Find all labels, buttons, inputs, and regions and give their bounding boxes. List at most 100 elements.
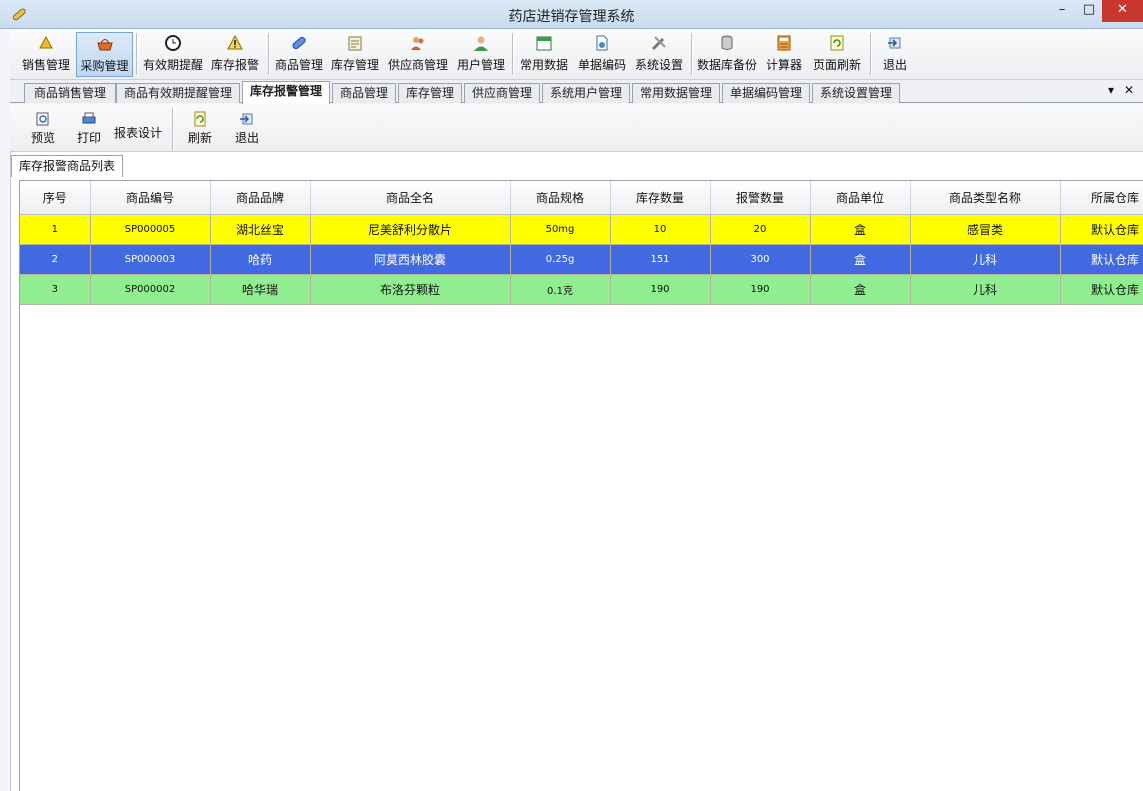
table-cell: 0.1克 [510, 274, 611, 305]
toolbar-exit-button[interactable]: 退出 [876, 32, 914, 77]
table-row[interactable]: 1 SP000005 湖北丝宝 尼美舒利分散片 50mg 10 20 盒 感冒类… [20, 214, 1143, 245]
table-cell: 151 [610, 244, 711, 275]
users-icon [411, 37, 424, 50]
toolbar-purchase-button[interactable]: 采购管理 [76, 32, 133, 77]
maximize-button[interactable]: □ [1076, 0, 1102, 22]
tab-list-dropdown[interactable]: ▾ [1108, 83, 1114, 97]
calendar-icon [536, 36, 552, 51]
column-header[interactable]: 报警数量 [710, 181, 811, 215]
table-cell: 190 [710, 274, 811, 305]
table-cell: 盒 [810, 244, 911, 275]
warning-icon [227, 34, 243, 50]
column-header[interactable]: 商品编号 [90, 181, 211, 215]
document-icon [596, 35, 608, 51]
toolbar-settings-button[interactable]: 系统设置 [632, 32, 686, 77]
toolbar-db-backup-button[interactable]: 数据库备份 [695, 32, 759, 77]
stock-alarm-table: 序号 商品编号 商品品牌 商品全名 商品规格 库存数量 报警数量 商品单位 商品… [20, 181, 1143, 305]
print-button[interactable]: 打印 [70, 108, 108, 148]
refresh-icon [830, 35, 844, 51]
table-cell: 儿科 [910, 244, 1061, 275]
toolbar-separator [268, 33, 269, 75]
toolbar-inventory-button[interactable]: 库存管理 [328, 32, 382, 77]
toolbar-common-data-button[interactable]: 常用数据 [516, 32, 572, 77]
user-icon [474, 36, 488, 51]
toolbar-supplier-button[interactable]: 供应商管理 [384, 32, 452, 77]
tab-expiry-reminder[interactable]: 商品有效期提醒管理 [116, 83, 240, 103]
tab-inventory-management[interactable]: 库存管理 [398, 83, 462, 103]
toolbar-sales-button[interactable]: 销售管理 [18, 32, 74, 77]
clock-icon [165, 35, 181, 51]
table-cell: SP000005 [90, 214, 211, 245]
column-header[interactable]: 商品品牌 [210, 181, 311, 215]
column-header[interactable]: 商品单位 [810, 181, 911, 215]
refresh-button[interactable]: 刷新 [182, 108, 218, 148]
tab-doc-code-management[interactable]: 单据编码管理 [722, 83, 810, 103]
preview-button[interactable]: 预览 [24, 108, 62, 148]
column-header[interactable]: 所属仓库 [1060, 181, 1143, 215]
column-header[interactable]: 序号 [20, 181, 91, 215]
report-toolbar: 预览 打印 报表设计 刷新 退出 [10, 104, 1143, 152]
preview-icon [36, 112, 49, 126]
capsule-icon [292, 36, 306, 50]
table-cell: 儿科 [910, 274, 1061, 305]
table-cell: 10 [610, 214, 711, 245]
minimize-button[interactable]: – [1048, 0, 1076, 22]
column-header[interactable]: 库存数量 [610, 181, 711, 215]
toolbar-separator [691, 33, 692, 75]
table-cell: 感冒类 [910, 214, 1061, 245]
toolbar-separator [512, 33, 513, 75]
toolbar-user-button[interactable]: 用户管理 [454, 32, 508, 77]
tab-common-data-management[interactable]: 常用数据管理 [632, 83, 720, 103]
toolbar-stock-alarm-button[interactable]: 库存报警 [208, 32, 262, 77]
column-header[interactable]: 商品全名 [310, 181, 511, 215]
tab-system-settings-management[interactable]: 系统设置管理 [812, 83, 900, 103]
table-cell: 0.25g [510, 244, 611, 275]
cone-icon [39, 35, 53, 49]
table-row[interactable]: 3 SP000002 哈华瑞 布洛芬颗粒 0.1克 190 190 盒 儿科 默… [20, 274, 1143, 305]
table-cell: 3 [20, 274, 91, 305]
table-cell: 300 [710, 244, 811, 275]
table-cell: 哈药 [210, 244, 311, 275]
table-cell: 盒 [810, 274, 911, 305]
table-cell: 默认仓库 [1060, 214, 1143, 245]
refresh-icon [194, 111, 206, 127]
tab-stock-alarm[interactable]: 库存报警管理 [242, 81, 330, 104]
tab-system-user-management[interactable]: 系统用户管理 [542, 83, 630, 103]
basket-icon [96, 39, 113, 51]
exit-icon [888, 37, 901, 49]
exit-icon [240, 113, 253, 125]
toolbar-doc-code-button[interactable]: 单据编码 [574, 32, 630, 77]
table-cell: 50mg [510, 214, 611, 245]
table-cell: 阿莫西林胶囊 [310, 244, 511, 275]
table-cell: 默认仓库 [1060, 244, 1143, 275]
table-cell: 盒 [810, 214, 911, 245]
table-row[interactable]: 2 SP000003 哈药 阿莫西林胶囊 0.25g 151 300 盒 儿科 … [20, 244, 1143, 275]
table-cell: 190 [610, 274, 711, 305]
tab-sales-management[interactable]: 商品销售管理 [24, 83, 116, 103]
column-header[interactable]: 商品规格 [510, 181, 611, 215]
table-cell: 1 [20, 214, 91, 245]
window-title: 药店进销存管理系统 [508, 9, 635, 25]
table-cell: 尼美舒利分散片 [310, 214, 511, 245]
toolbar-expiry-button[interactable]: 有效期提醒 [140, 32, 206, 77]
exit-button[interactable]: 退出 [228, 108, 266, 148]
table-cell: 默认仓库 [1060, 274, 1143, 305]
calculator-icon [777, 35, 791, 51]
table-cell: SP000003 [90, 244, 211, 275]
close-button[interactable]: ✕ [1102, 0, 1143, 22]
toolbar-separator [870, 33, 871, 75]
toolbar-calculator-button[interactable]: 计算器 [762, 32, 806, 77]
tab-close-button[interactable]: ✕ [1124, 83, 1134, 97]
database-icon [721, 35, 733, 50]
stock-alarm-grid[interactable]: 序号 商品编号 商品品牌 商品全名 商品规格 库存数量 报警数量 商品单位 商品… [19, 180, 1143, 791]
toolbar-page-refresh-button[interactable]: 页面刷新 [809, 32, 865, 77]
module-tab-strip: 商品销售管理 商品有效期提醒管理 库存报警管理 商品管理 库存管理 供应商管理 … [10, 80, 1143, 104]
toolbar-separator [136, 33, 137, 75]
tab-supplier-management[interactable]: 供应商管理 [464, 83, 540, 103]
panel-tab-stock-alarm-list[interactable]: 库存报警商品列表 [11, 155, 123, 177]
toolbar-product-button[interactable]: 商品管理 [272, 32, 326, 77]
tab-product-management[interactable]: 商品管理 [332, 83, 396, 103]
table-cell: 20 [710, 214, 811, 245]
table-cell: 哈华瑞 [210, 274, 311, 305]
column-header[interactable]: 商品类型名称 [910, 181, 1061, 215]
